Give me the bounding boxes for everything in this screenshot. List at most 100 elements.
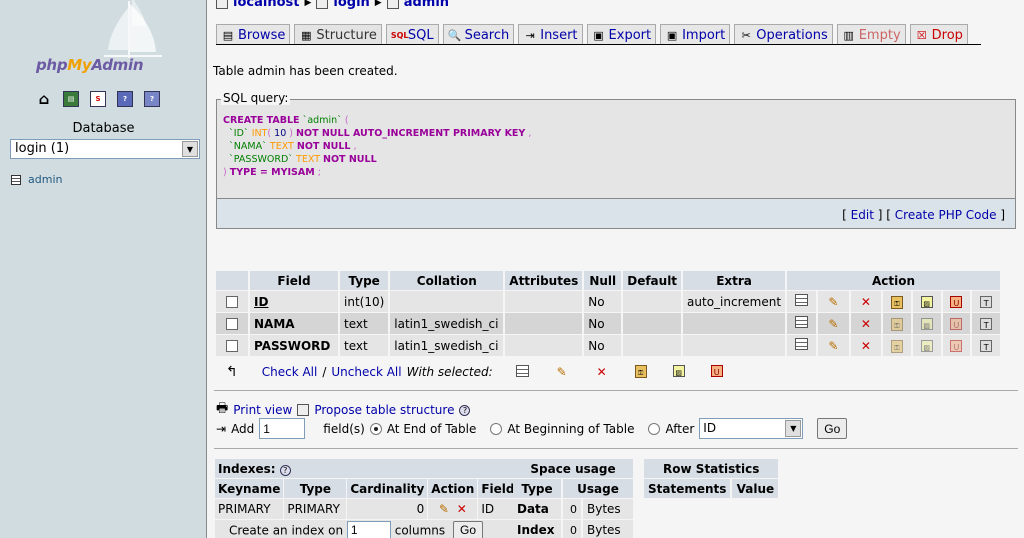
space-usage-title: Space usage	[513, 459, 633, 478]
after-field-select[interactable]: ID ▼	[699, 418, 804, 439]
table-row: NAMA text latin1_swedish_ci No ✎ ✕ ⚿ ▨ U…	[216, 313, 1001, 334]
field-extra	[683, 313, 786, 334]
breadcrumb-database[interactable]: login	[333, 0, 369, 10]
breadcrumb-table[interactable]: admin	[404, 0, 449, 10]
main-content-frame: localhost ▶ login ▶ admin ▤ Browse ▦ Struc…	[208, 0, 1024, 538]
edit-pencil-icon[interactable]: ✎	[826, 295, 840, 309]
at-beginning-radio[interactable]	[490, 422, 503, 435]
fulltext-icon[interactable]: T	[980, 317, 993, 330]
index-selected-icon[interactable]: ▨	[672, 365, 685, 377]
fulltext-icon[interactable]: T	[980, 295, 993, 308]
delete-x-icon[interactable]: ✕	[859, 317, 873, 331]
database-select[interactable]: login (1) ▼	[10, 139, 200, 159]
primary-key-icon[interactable]: ⚿	[890, 295, 903, 309]
browse-distinct-icon[interactable]	[795, 316, 809, 328]
fields-label: field(s)	[323, 421, 365, 436]
space-type: Index	[513, 520, 561, 538]
field-extra	[683, 335, 786, 356]
import-icon: ▣	[666, 28, 678, 42]
tab-browse[interactable]: ▤ Browse	[216, 24, 291, 45]
delete-x-icon[interactable]: ✕	[859, 295, 873, 309]
delete-x-icon[interactable]: ✕	[859, 339, 873, 353]
index-icon[interactable]: ▨	[920, 317, 933, 330]
field-name: PASSWORD	[250, 335, 338, 356]
tab-drop[interactable]: ☒ Drop	[909, 24, 968, 45]
index-cardinality: 0	[347, 499, 428, 519]
home-icon[interactable]: ⌂	[36, 91, 52, 107]
fulltext-icon[interactable]: T	[980, 339, 993, 352]
propose-structure-link[interactable]: Propose table structure	[314, 403, 454, 417]
add-label: Add	[231, 421, 255, 436]
delete-x-icon[interactable]: ✕	[455, 502, 469, 516]
table-row: PASSWORD text latin1_swedish_ci No ✎ ✕ ⚿…	[216, 335, 1001, 356]
edit-sql-link[interactable]: Edit	[851, 208, 874, 222]
tab-operations[interactable]: ✂ Operations	[734, 24, 833, 45]
delete-selected-icon[interactable]: ✕	[595, 365, 609, 379]
index-icon[interactable]: ▨	[920, 295, 933, 308]
print-view-link[interactable]: Print view	[233, 403, 292, 417]
uncheck-all-link[interactable]: Uncheck All	[331, 365, 401, 379]
column-header-collation: Collation	[390, 271, 504, 290]
at-beginning-label: At Beginning of Table	[507, 421, 635, 436]
help-icon[interactable]: ?	[459, 404, 471, 416]
chevron-down-icon[interactable]: ▼	[785, 420, 802, 437]
tab-export[interactable]: ▣ Export	[586, 24, 657, 45]
sql-docs-icon[interactable]: S	[90, 91, 106, 107]
unique-icon[interactable]: U	[950, 317, 963, 330]
sql-line: ) TYPE = MYISAM ;	[223, 167, 321, 178]
create-php-code-link[interactable]: Create PHP Code	[895, 208, 997, 222]
create-index-count-input[interactable]	[346, 520, 391, 538]
browse-distinct-icon[interactable]	[795, 338, 809, 350]
table-icon[interactable]	[11, 174, 21, 185]
help-icon[interactable]: ?	[279, 464, 291, 476]
row-checkbox[interactable]	[226, 318, 238, 330]
row-checkbox[interactable]	[226, 340, 238, 352]
breadcrumb-server[interactable]: localhost	[233, 0, 299, 10]
unique-icon[interactable]: U	[950, 295, 963, 308]
unique-selected-icon[interactable]: U	[710, 365, 723, 377]
table-row: Data 0 Bytes	[513, 499, 633, 519]
tab-sql[interactable]: SQL SQL	[385, 24, 439, 45]
edit-pencil-icon[interactable]: ✎	[826, 339, 840, 353]
after-radio[interactable]	[648, 422, 661, 435]
sidebar-table-admin[interactable]: admin	[11, 173, 62, 186]
space-usage-table: Space usage Type Usage Data 0 Bytes Inde…	[511, 458, 635, 538]
field-attributes	[505, 335, 583, 356]
primary-selected-icon[interactable]: ⚿	[634, 365, 647, 378]
primary-key-icon[interactable]: ⚿	[890, 339, 903, 353]
field-null: No	[584, 335, 622, 356]
tab-structure[interactable]: ▦ Structure	[294, 24, 382, 45]
edit-pencil-icon[interactable]: ✎	[826, 317, 840, 331]
chevron-down-icon[interactable]: ▼	[182, 141, 198, 157]
query-window-icon[interactable]: ▤	[63, 91, 79, 107]
column-header-statements: Statements	[644, 479, 731, 498]
create-index-go-button[interactable]: Go	[452, 520, 483, 538]
unique-icon[interactable]: U	[950, 339, 963, 352]
tab-empty[interactable]: ▥ Empty	[836, 24, 906, 45]
check-all-link[interactable]: Check All	[262, 365, 318, 379]
row-checkbox[interactable]	[226, 296, 238, 308]
database-select-value: login (1)	[15, 141, 70, 156]
add-field-count-input[interactable]	[259, 418, 306, 439]
create-index-label: Create an index on	[229, 523, 344, 537]
sql-query-legend: SQL query:	[221, 91, 291, 105]
browse-distinct-icon[interactable]	[795, 294, 809, 306]
field-null: No	[584, 313, 622, 334]
tab-search[interactable]: 🔍 Search	[442, 24, 515, 45]
tab-insert[interactable]: ⇥ Insert	[518, 24, 583, 45]
mysql-docs-icon[interactable]: ?	[144, 91, 160, 107]
space-type: Data	[513, 499, 561, 519]
primary-key-icon[interactable]: ⚿	[890, 317, 903, 331]
phpmyadmin-docs-icon[interactable]: ?	[117, 91, 133, 107]
add-field-go-button[interactable]: Go	[817, 418, 848, 439]
browse-selected-icon[interactable]	[515, 365, 529, 377]
sidebar-table-label[interactable]: admin	[28, 173, 62, 186]
at-end-radio[interactable]	[369, 422, 382, 435]
field-type: text	[340, 335, 389, 356]
edit-pencil-icon[interactable]: ✎	[437, 502, 451, 516]
edit-selected-icon[interactable]: ✎	[555, 365, 569, 379]
indexes-title: Indexes: ?	[215, 459, 518, 478]
index-icon[interactable]: ▨	[920, 339, 933, 352]
phpmyadmin-logo[interactable]: phpMyAdmin	[36, 56, 144, 74]
tab-import[interactable]: ▣ Import	[660, 24, 731, 45]
